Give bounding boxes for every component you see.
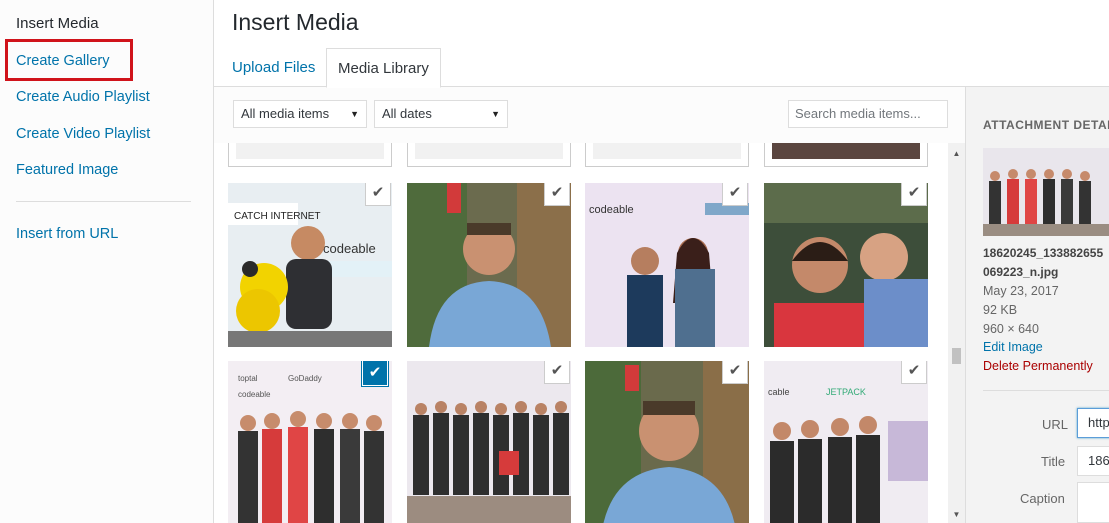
scroll-up-icon[interactable]: ▲ (948, 145, 965, 162)
sidebar-item-create-gallery[interactable]: Create Gallery (16, 53, 109, 69)
photo-group-preview (983, 148, 1109, 236)
media-type-filter[interactable]: All media items ▼ (233, 100, 367, 128)
media-grid: CATCH INTERNET codeable ✔ ✔ codeable ✔ ✔… (214, 143, 948, 523)
attachment-filename: 069223_n.jpg (983, 265, 1059, 279)
page-title: Insert Media (232, 9, 359, 35)
media-thumbnail[interactable]: ✔ (764, 183, 928, 347)
photo-large-group (407, 361, 571, 523)
date-filter-value: All dates (382, 106, 432, 121)
search-input[interactable]: Search media items... (788, 100, 948, 128)
svg-text:codeable: codeable (238, 390, 271, 399)
media-thumbnail[interactable]: cable JETPACK ✔ (764, 361, 928, 523)
grid-scrollbar[interactable]: ▲ ▼ (948, 143, 965, 523)
checkmark-icon[interactable]: ✔ (363, 361, 387, 385)
tab-upload-files[interactable]: Upload Files (232, 48, 315, 86)
svg-text:GoDaddy: GoDaddy (288, 374, 322, 383)
photo-jetpack-group: cable JETPACK (764, 361, 928, 523)
photo-man-closeup (585, 361, 749, 523)
checkmark-icon[interactable]: ✔ (723, 183, 747, 205)
photo-man-blue-shirt (407, 183, 571, 347)
attachment-filename: 18620245_133882655 (983, 246, 1104, 260)
media-type-filter-value: All media items (241, 106, 330, 121)
attachment-dimensions: 960 × 640 (983, 322, 1039, 336)
attachment-size: 92 KB (983, 303, 1018, 317)
scrollbar-thumb[interactable] (952, 348, 961, 364)
media-thumbnail[interactable]: ✔ (407, 361, 571, 523)
media-thumbnail[interactable]: ✔ (407, 183, 571, 347)
title-label: Title (1041, 454, 1066, 469)
caption-field[interactable] (1077, 482, 1109, 523)
delete-permanently-link[interactable]: Delete Permanently (983, 359, 1093, 373)
date-filter[interactable]: All dates ▼ (374, 100, 508, 128)
url-label: URL (1042, 417, 1069, 432)
checkmark-icon[interactable]: ✔ (545, 361, 569, 383)
media-thumbnail[interactable]: ✔ (585, 361, 749, 523)
photo-group-men: toptal GoDaddy codeable (228, 361, 392, 523)
photo-face-painting (764, 183, 928, 347)
photo-two-women: codeable (585, 183, 749, 347)
checkmark-icon[interactable]: ✔ (366, 183, 390, 205)
dropdown-arrow-icon: ▼ (491, 109, 500, 119)
checkmark-icon[interactable]: ✔ (902, 183, 926, 205)
scroll-down-icon[interactable]: ▼ (948, 506, 965, 523)
sidebar-separator (16, 201, 191, 202)
svg-text:codeable: codeable (323, 241, 376, 256)
sidebar-item-insert-from-url[interactable]: Insert from URL (16, 226, 118, 242)
attachment-details-heading: ATTACHMENT DETAILS (983, 118, 1109, 132)
tab-media-library[interactable]: Media Library (326, 48, 441, 88)
attachment-preview (983, 148, 1109, 236)
sidebar-item-create-video-playlist[interactable]: Create Video Playlist (16, 126, 150, 142)
checkmark-icon[interactable]: ✔ (902, 361, 926, 383)
checkmark-icon[interactable]: ✔ (723, 361, 747, 383)
edit-image-link[interactable]: Edit Image (983, 340, 1043, 354)
media-thumbnail-partial[interactable] (407, 143, 571, 167)
media-sidebar: Insert Media Create Gallery Create Audio… (0, 0, 214, 523)
media-thumbnail-partial[interactable] (585, 143, 749, 167)
media-thumbnail-selected[interactable]: toptal GoDaddy codeable ✔ (228, 361, 392, 523)
media-thumbnail[interactable]: codeable ✔ (585, 183, 749, 347)
sidebar-item-featured-image[interactable]: Featured Image (16, 162, 118, 178)
title-field[interactable]: 186 (1077, 446, 1109, 476)
svg-text:codeable: codeable (589, 204, 634, 216)
svg-text:CATCH INTERNET: CATCH INTERNET (234, 211, 320, 222)
details-separator (983, 390, 1109, 391)
checkmark-icon[interactable]: ✔ (545, 183, 569, 205)
url-field[interactable]: http (1077, 408, 1109, 438)
svg-text:cable: cable (768, 387, 790, 397)
media-thumbnail[interactable]: CATCH INTERNET codeable ✔ (228, 183, 392, 347)
dropdown-arrow-icon: ▼ (350, 109, 359, 119)
svg-text:JETPACK: JETPACK (826, 387, 866, 397)
media-thumbnail-partial[interactable] (764, 143, 928, 167)
media-thumbnail-partial[interactable] (228, 143, 392, 167)
sidebar-title: Insert Media (16, 15, 99, 32)
caption-label: Caption (1020, 491, 1065, 506)
sidebar-item-create-audio-playlist[interactable]: Create Audio Playlist (16, 89, 150, 105)
svg-text:toptal: toptal (238, 374, 258, 383)
attachment-date: May 23, 2017 (983, 284, 1059, 298)
photo-teddy-bear: CATCH INTERNET codeable (228, 183, 392, 347)
